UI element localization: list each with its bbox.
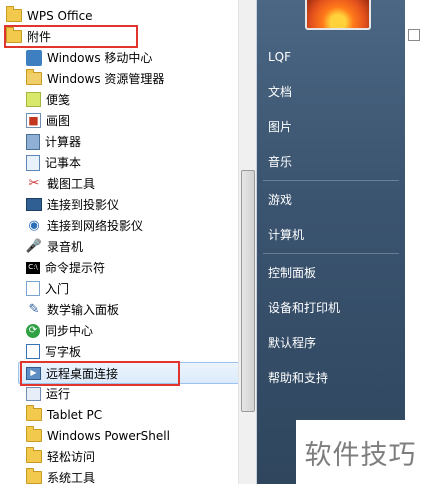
folder-icon [26, 426, 42, 444]
explorer-icon [26, 69, 42, 87]
menu-item-sound-recorder[interactable]: 🎤 录音机 [0, 236, 262, 257]
right-item-documents[interactable]: 文档 [268, 83, 292, 100]
menu-item-notepad[interactable]: 记事本 [0, 152, 262, 173]
user-avatar[interactable] [305, 0, 371, 30]
menu-item-remote-desktop[interactable]: ▶ 远程桌面连接 [18, 362, 245, 384]
start-menu-right-pane: LQF 文档 图片 音乐 游戏 计算机 控制面板 设备和打印机 默认程序 帮助和… [257, 0, 405, 484]
folder-icon [26, 405, 42, 423]
scrollbar[interactable] [238, 0, 256, 484]
folder-icon [26, 447, 42, 465]
menu-item-label: 运行 [46, 387, 71, 401]
menu-item-label: 数学输入面板 [47, 303, 120, 317]
right-item-user[interactable]: LQF [268, 50, 291, 64]
menu-item-run[interactable]: 运行 [0, 383, 262, 404]
background-strip [405, 0, 425, 484]
network-projector-icon: ◉ [28, 218, 40, 233]
folder-icon [6, 27, 22, 45]
menu-item-powershell[interactable]: Windows PowerShell [0, 425, 262, 446]
folder-icon [6, 6, 22, 24]
menu-item-label: 截图工具 [47, 177, 96, 191]
menu-item-calculator[interactable]: 计算器 [0, 131, 262, 152]
getting-started-icon [26, 281, 40, 296]
programs-pane: WPS Office 附件 Windows 移动中心 Windows 资源管理器… [0, 0, 257, 485]
menu-item-paint[interactable]: ■ 画图 [0, 110, 262, 131]
menu-item-mobility-center[interactable]: Windows 移动中心 [0, 47, 262, 68]
right-item-music[interactable]: 音乐 [268, 153, 292, 170]
remote-desktop-icon: ▶ [26, 366, 41, 380]
menu-item-wordpad[interactable]: 写字板 [0, 341, 262, 362]
paint-icon: ■ [26, 113, 41, 128]
menu-item-label: 画图 [46, 114, 71, 128]
menu-item-label: 记事本 [45, 156, 82, 170]
menu-item-label: Tablet PC [47, 407, 103, 422]
calculator-icon [26, 133, 40, 150]
watermark: 软件技巧 [296, 420, 425, 484]
menu-item-label: 写字板 [45, 345, 82, 359]
scroll-thumb[interactable] [241, 170, 255, 412]
menu-item-label: 系统工具 [47, 471, 96, 485]
wordpad-icon [26, 344, 40, 359]
menu-item-command-prompt[interactable]: C:\ 命令提示符 [0, 257, 262, 278]
menu-item-sticky-notes[interactable]: 便笺 [0, 89, 262, 110]
menu-item-label: 同步中心 [45, 324, 94, 338]
menu-item-label: Windows PowerShell [47, 428, 170, 443]
right-item-default-programs[interactable]: 默认程序 [268, 334, 316, 351]
background-checkbox[interactable] [408, 29, 420, 41]
microphone-icon: 🎤 [25, 239, 43, 254]
notepad-icon [26, 154, 40, 171]
menu-item-network-projector[interactable]: ◉ 连接到网络投影仪 [0, 215, 262, 236]
math-input-icon: ✎ [28, 302, 40, 317]
menu-item-label: 附件 [27, 30, 52, 44]
menu-item-accessories[interactable]: 附件 [0, 26, 242, 47]
right-item-pictures[interactable]: 图片 [268, 118, 292, 135]
menu-item-ease-of-access[interactable]: 轻松访问 [0, 446, 262, 467]
menu-item-wps-office[interactable]: WPS Office [0, 5, 242, 26]
menu-item-tablet-pc[interactable]: Tablet PC [0, 404, 262, 425]
menu-item-label: Windows 移动中心 [47, 51, 153, 65]
menu-item-label: 连接到网络投影仪 [47, 219, 144, 233]
sticky-notes-icon [26, 92, 41, 107]
mobility-center-icon [26, 49, 42, 66]
menu-item-getting-started[interactable]: 入门 [0, 278, 262, 299]
menu-item-label: 轻松访问 [47, 450, 96, 464]
menu-item-label: Windows 资源管理器 [47, 72, 165, 86]
right-item-control-panel[interactable]: 控制面板 [268, 264, 316, 281]
menu-item-label: 命令提示符 [45, 261, 106, 275]
right-item-computer[interactable]: 计算机 [268, 226, 304, 243]
menu-item-label: 录音机 [47, 240, 84, 254]
menu-item-label: 远程桌面连接 [46, 366, 119, 381]
menu-item-system-tools[interactable]: 系统工具 [0, 467, 262, 488]
folder-icon [26, 468, 42, 486]
menu-item-snipping-tool[interactable]: ✂ 截图工具 [0, 173, 262, 194]
command-prompt-icon: C:\ [26, 261, 40, 274]
menu-item-label: 便笺 [46, 93, 71, 107]
projector-icon [26, 198, 42, 211]
menu-item-explorer[interactable]: Windows 资源管理器 [0, 68, 262, 89]
menu-item-label: WPS Office [27, 8, 93, 23]
menu-item-label: 连接到投影仪 [47, 198, 120, 212]
sync-center-icon: ⟳ [26, 323, 40, 338]
right-item-help-support[interactable]: 帮助和支持 [268, 369, 328, 386]
separator [263, 180, 399, 181]
snipping-tool-icon: ✂ [28, 176, 40, 191]
menu-item-label: 计算器 [45, 135, 82, 149]
right-item-games[interactable]: 游戏 [268, 191, 292, 208]
menu-item-label: 入门 [45, 282, 70, 296]
run-icon [26, 386, 41, 401]
menu-item-math-input[interactable]: ✎ 数学输入面板 [0, 299, 262, 320]
menu-item-sync-center[interactable]: ⟳ 同步中心 [0, 320, 262, 341]
menu-item-projector[interactable]: 连接到投影仪 [0, 194, 262, 215]
right-item-devices-printers[interactable]: 设备和打印机 [268, 299, 340, 316]
separator [263, 253, 399, 254]
